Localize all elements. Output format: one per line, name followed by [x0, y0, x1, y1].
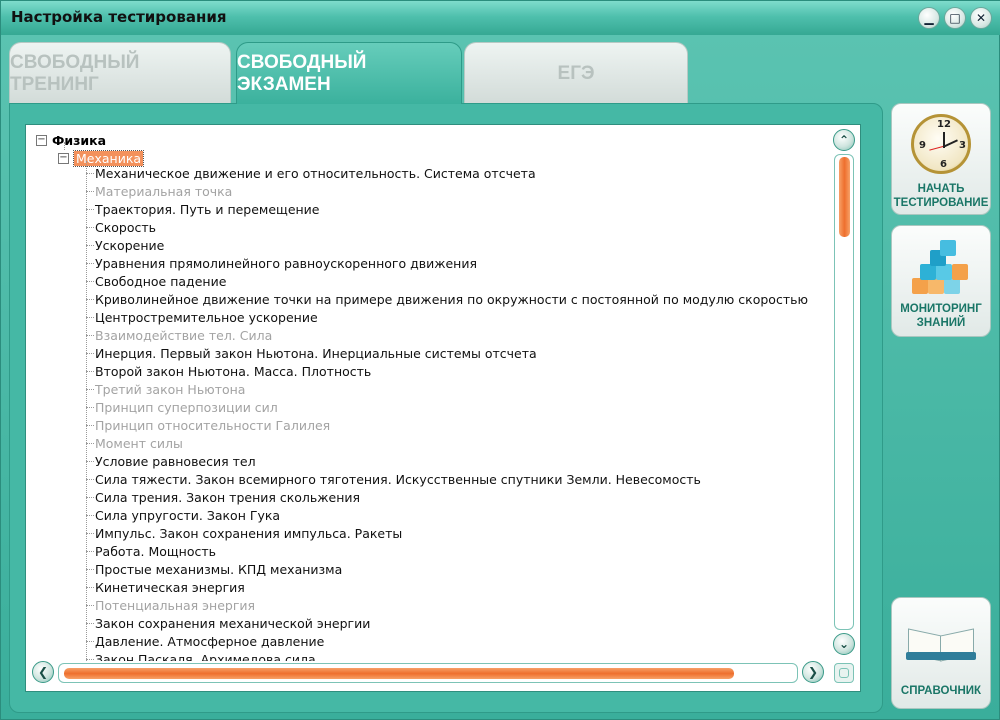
tree-item[interactable]: Работа. Мощность	[86, 542, 808, 560]
tree-item[interactable]: Простые механизмы. КПД механизма	[86, 560, 808, 578]
horizontal-scrollbar[interactable]: ❮ ❯	[30, 660, 830, 686]
horizontal-scroll-track[interactable]	[58, 663, 798, 683]
tree-item[interactable]: Сила тяжести. Закон всемирного тяготения…	[86, 470, 808, 488]
vertical-scroll-track[interactable]	[834, 154, 854, 630]
bar-chart-cubes-icon	[910, 240, 972, 298]
start-test-label: НАЧАТЬ ТЕСТИРОВАНИЕ	[893, 183, 989, 209]
topic-tree-panel: − Физика − Механика Механическое движени…	[25, 124, 861, 692]
tree-item[interactable]: Ускорение	[86, 236, 808, 254]
tree-item[interactable]: Уравнения прямолинейного равноускоренног…	[86, 254, 808, 272]
tree-item[interactable]: Потенциальная энергия	[86, 596, 808, 614]
vertical-scroll-thumb[interactable]	[839, 157, 850, 237]
tab-ege[interactable]: ЕГЭ	[464, 42, 688, 104]
scroll-down-icon[interactable]: ⌄	[833, 633, 855, 655]
tree-item[interactable]: Кинетическая энергия	[86, 578, 808, 596]
vertical-scrollbar[interactable]: ⌃ ⌄	[832, 129, 856, 657]
tree-item[interactable]: Скорость	[86, 218, 808, 236]
tree-item[interactable]: Импульс. Закон сохранения импульса. Раке…	[86, 524, 808, 542]
tree-item[interactable]: Принцип суперпозиции сил	[86, 398, 808, 416]
reference-label: СПРАВОЧНИК	[900, 685, 982, 697]
tree-item[interactable]: Закон сохранения механической энергии	[86, 614, 808, 632]
scroll-up-icon[interactable]: ⌃	[833, 129, 855, 151]
window-title: Настройка тестирования	[11, 8, 227, 26]
collapse-branch-icon[interactable]: −	[58, 152, 69, 164]
tree-item[interactable]: Сила трения. Закон трения скольжения	[86, 488, 808, 506]
tree-item[interactable]: Инерция. Первый закон Ньютона. Инерциаль…	[86, 344, 808, 362]
reference-button[interactable]: СПРАВОЧНИК	[891, 597, 991, 709]
minimize-button[interactable]: ▁	[918, 7, 940, 29]
topic-tree: − Физика − Механика Механическое движени…	[26, 125, 831, 661]
title-bar[interactable]: Настройка тестирования ▁ □ ✕	[1, 1, 1000, 35]
clock-number: 9	[919, 140, 926, 151]
tree-item[interactable]: Свободное падение	[86, 272, 808, 290]
tab-free-training[interactable]: СВОБОДНЫЙ ТРЕНИНГ	[9, 42, 231, 104]
tree-root-label[interactable]: Физика	[52, 133, 106, 148]
tree-item[interactable]: Сила упругости. Закон Гука	[86, 506, 808, 524]
tree-item[interactable]: Давление. Атмосферное давление	[86, 632, 808, 650]
tree-item[interactable]: Траектория. Путь и перемещение	[86, 200, 808, 218]
knowledge-monitoring-label: МОНИТОРИНГ ЗНАНИЙ	[900, 303, 982, 329]
clock-icon: 12 3 6 9	[911, 114, 971, 174]
tree-root-node[interactable]: − Физика	[36, 131, 106, 149]
tree-item[interactable]: Принцип относительности Галилея	[86, 416, 808, 434]
tree-item[interactable]: Второй закон Ньютона. Масса. Плотность	[86, 362, 808, 380]
tree-item[interactable]: Взаимодействие тел. Сила	[86, 326, 808, 344]
tree-item[interactable]: Центростремительное ускорение	[86, 308, 808, 326]
tree-item[interactable]: Материальная точка	[86, 182, 808, 200]
tree-item[interactable]: Третий закон Ньютона	[86, 380, 808, 398]
scroll-corner	[834, 663, 854, 683]
scroll-right-icon[interactable]: ❯	[802, 661, 824, 683]
tree-item[interactable]: Механическое движение и его относительно…	[86, 164, 808, 182]
open-book-icon	[906, 616, 976, 670]
tree-item[interactable]: Криволинейное движение точки на примере …	[86, 290, 808, 308]
start-test-button[interactable]: 12 3 6 9 НАЧАТЬ ТЕСТИРОВАНИЕ	[891, 103, 991, 215]
collapse-root-icon[interactable]: −	[36, 134, 47, 146]
tree-item[interactable]: Момент силы	[86, 434, 808, 452]
clock-number: 12	[937, 119, 951, 130]
tree-items: Механическое движение и его относительно…	[86, 164, 808, 662]
horizontal-scroll-thumb[interactable]	[64, 668, 734, 679]
clock-number: 3	[959, 140, 966, 151]
scroll-left-icon[interactable]: ❮	[32, 661, 54, 683]
tab-free-exam[interactable]: СВОБОДНЫЙ ЭКЗАМЕН	[236, 42, 462, 104]
close-button[interactable]: ✕	[970, 7, 992, 29]
tree-item[interactable]: Условие равновесия тел	[86, 452, 808, 470]
clock-number: 6	[940, 159, 947, 170]
maximize-button[interactable]: □	[944, 7, 966, 29]
app-window: Настройка тестирования ▁ □ ✕ СВОБОДНЫЙ Т…	[0, 0, 1000, 720]
knowledge-monitoring-button[interactable]: МОНИТОРИНГ ЗНАНИЙ	[891, 225, 991, 337]
